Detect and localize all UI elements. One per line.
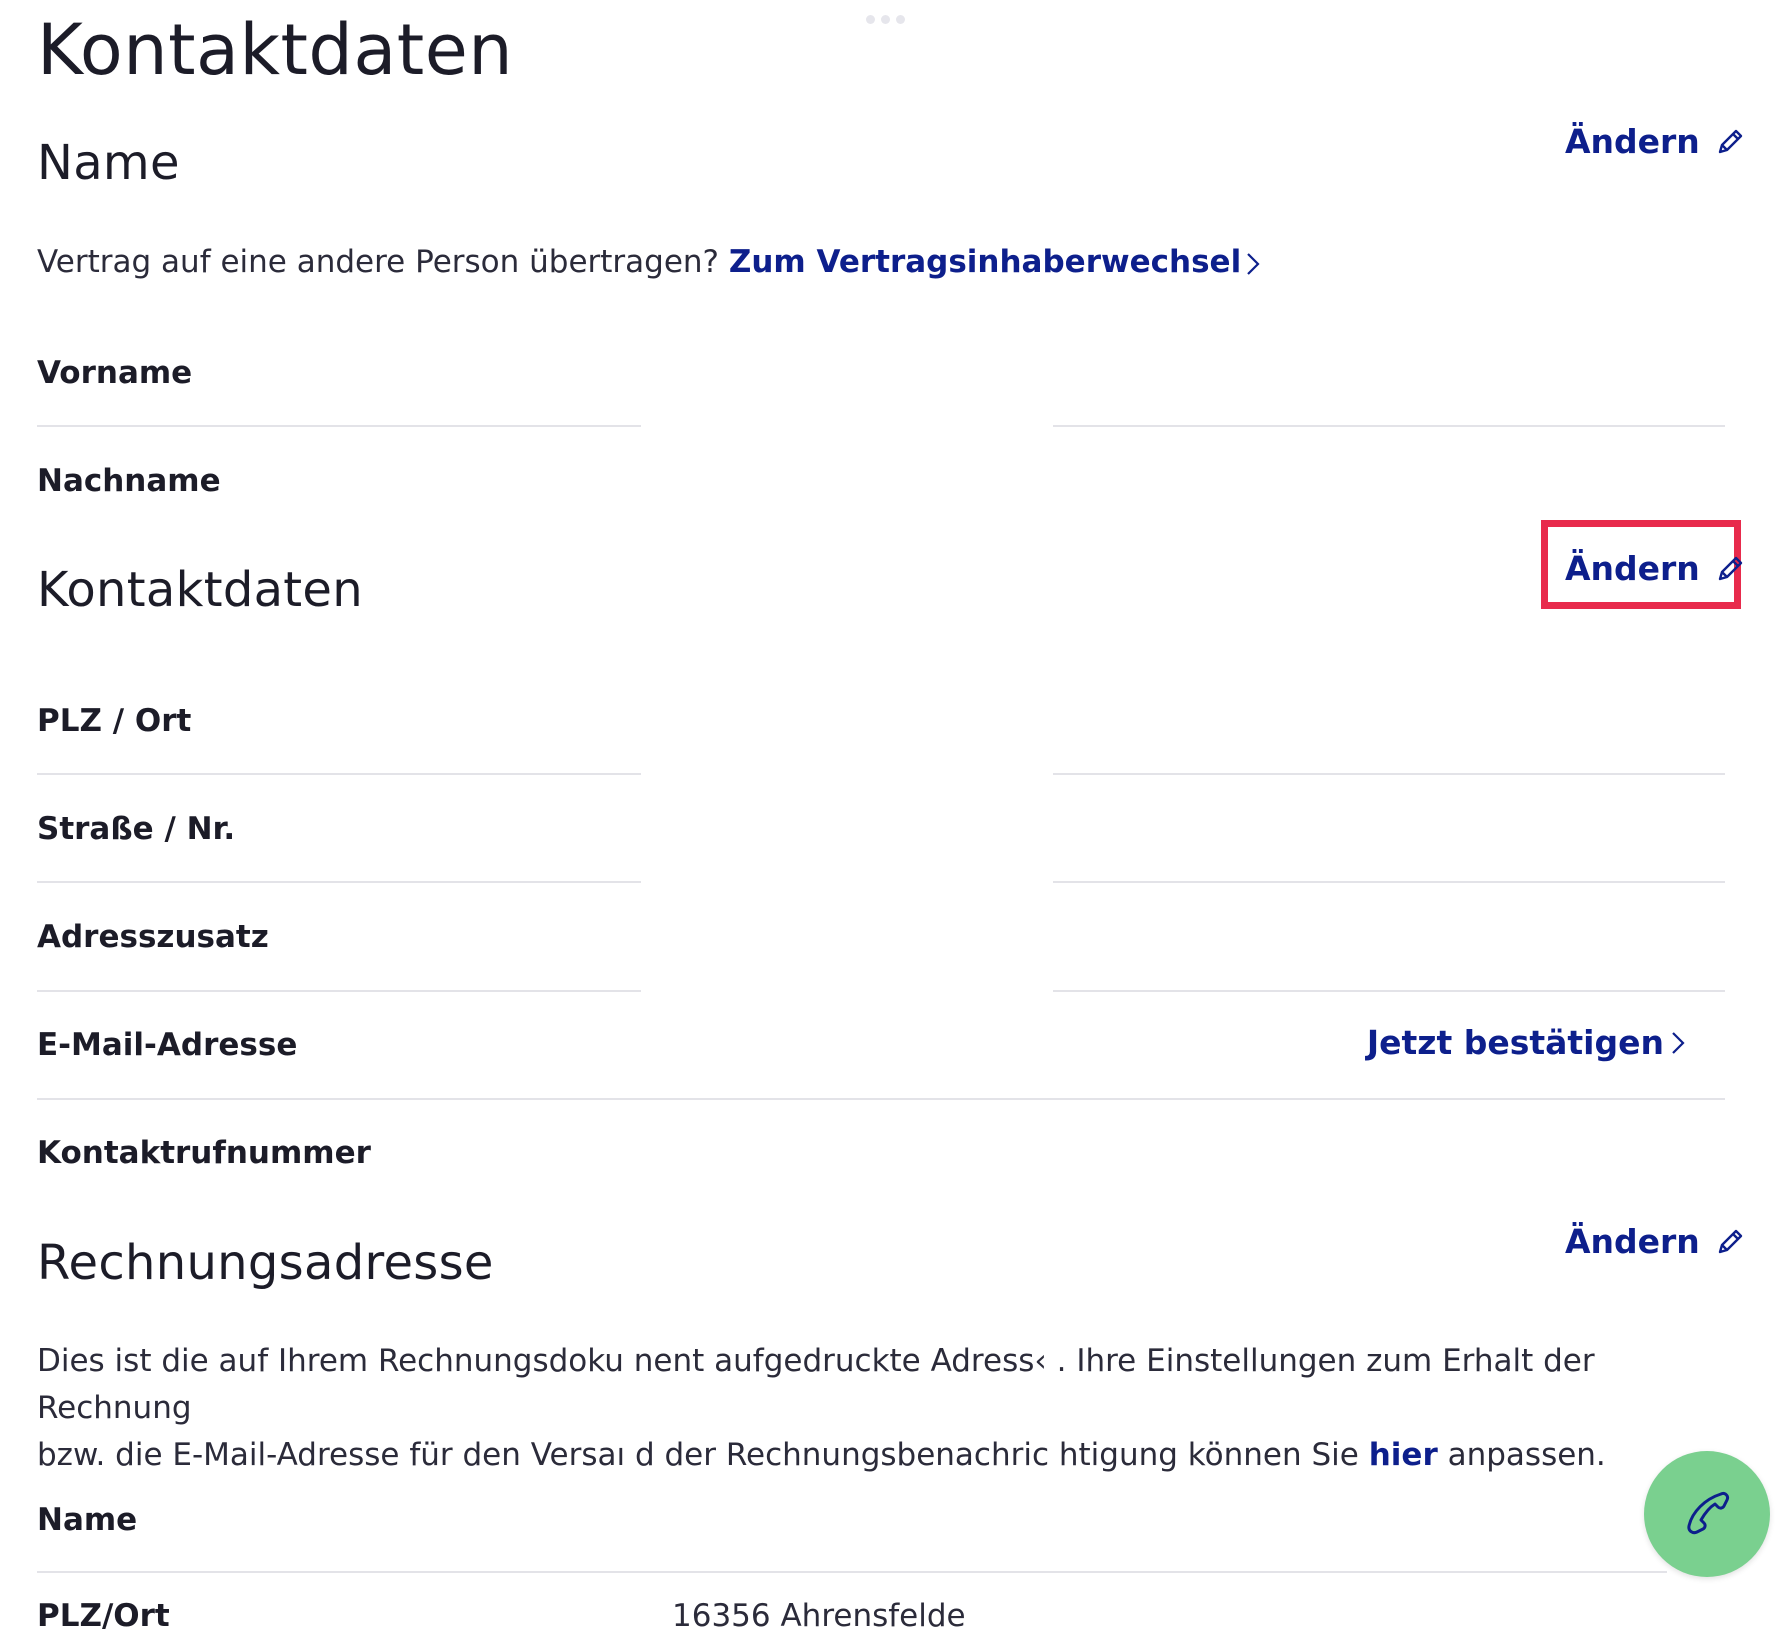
- divider: [37, 881, 641, 883]
- divider: [1053, 773, 1725, 775]
- edit-name-label: Ändern: [1565, 122, 1700, 161]
- page-title: Kontaktdaten: [37, 9, 514, 91]
- street-label: Straße / Nr.: [37, 811, 236, 847]
- first-name-label: Vorname: [37, 355, 193, 391]
- billing-zip-city-value: 16356 Ahrensfelde: [672, 1598, 966, 1634]
- edit-contact-button[interactable]: Ändern: [1565, 549, 1746, 588]
- transfer-link-label: Zum Vertragsinhaberwechsel: [728, 244, 1242, 280]
- billing-info-line2-post: anpassen.: [1447, 1437, 1606, 1473]
- drag-handle[interactable]: [866, 15, 905, 24]
- edit-name-button[interactable]: Ändern: [1565, 122, 1746, 161]
- pencil-icon: [1718, 1229, 1743, 1253]
- chevron-right-icon: [1672, 1031, 1685, 1054]
- transfer-text: Vertrag auf eine andere Person übertrage…: [37, 244, 720, 280]
- phone-icon: [1687, 1492, 1729, 1535]
- billing-name-label: Name: [37, 1502, 138, 1538]
- billing-section-title: Rechnungsadresse: [37, 1235, 494, 1291]
- contact-section-title: Kontaktdaten: [37, 562, 363, 618]
- divider: [1053, 425, 1725, 427]
- edit-contact-label: Ändern: [1565, 549, 1700, 588]
- transfer-link[interactable]: Zum Vertragsinhaberwechsel: [729, 244, 1261, 280]
- billing-settings-link[interactable]: hier: [1369, 1437, 1438, 1473]
- billing-zip-city-label: PLZ/Ort: [37, 1598, 170, 1634]
- call-button[interactable]: [1644, 1451, 1770, 1577]
- divider: [37, 773, 641, 775]
- chevron-right-icon: [1247, 252, 1260, 275]
- divider: [37, 1098, 1725, 1100]
- confirm-email-link[interactable]: Jetzt bestätigen: [1367, 1023, 1686, 1062]
- name-section-title: Name: [37, 135, 180, 191]
- billing-info-line2: bzw. die E-Mail-Adresse für den Versaı d…: [37, 1432, 1737, 1479]
- divider: [37, 425, 641, 427]
- last-name-label: Nachname: [37, 463, 221, 499]
- billing-info-line2-pre: bzw. die E-Mail-Adresse für den Versaı d…: [37, 1437, 1359, 1473]
- edit-billing-label: Ändern: [1565, 1222, 1700, 1261]
- drag-dot: [881, 15, 890, 24]
- drag-dot: [866, 15, 875, 24]
- divider: [37, 990, 641, 992]
- address-extra-label: Adresszusatz: [37, 919, 269, 955]
- edit-billing-button[interactable]: Ändern: [1565, 1222, 1746, 1261]
- phone-label: Kontaktrufnummer: [37, 1135, 371, 1171]
- divider: [1053, 881, 1725, 883]
- divider: [37, 1571, 1667, 1573]
- pencil-icon: [1718, 129, 1743, 153]
- transfer-text-row: Vertrag auf eine andere Person übertrage…: [37, 244, 1261, 280]
- zip-city-label: PLZ / Ort: [37, 703, 192, 739]
- divider: [1053, 990, 1725, 992]
- pencil-icon: [1718, 556, 1743, 580]
- email-label: E-Mail-Adresse: [37, 1027, 298, 1063]
- billing-info-text: Dies ist die auf Ihrem Rechnungsdoku nen…: [37, 1338, 1737, 1479]
- confirm-email-label: Jetzt bestätigen: [1366, 1023, 1664, 1062]
- drag-dot: [896, 15, 905, 24]
- billing-info-line1: Dies ist die auf Ihrem Rechnungsdoku nen…: [37, 1343, 1595, 1426]
